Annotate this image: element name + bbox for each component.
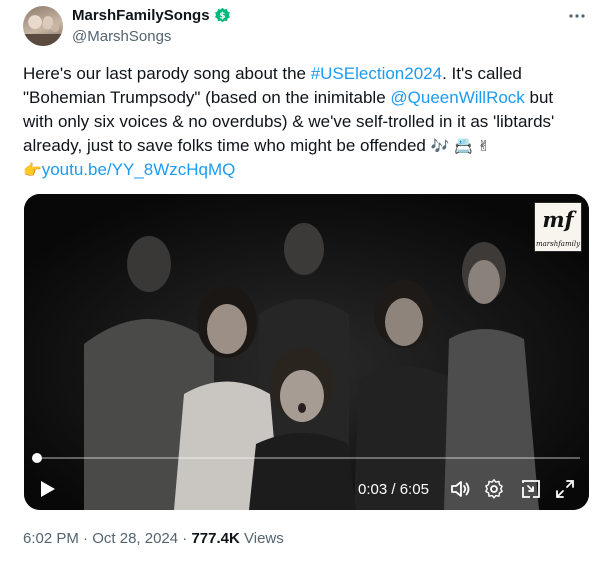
play-icon[interactable] bbox=[36, 478, 58, 500]
views-count: 777.4K bbox=[191, 530, 240, 547]
tweet-date[interactable]: Oct 28, 2024 bbox=[92, 530, 178, 547]
current-time: 0:03 bbox=[358, 481, 388, 498]
video-frame bbox=[24, 194, 589, 510]
logo-text: marshfamily bbox=[535, 240, 581, 248]
logo-mark: mf bbox=[542, 207, 574, 232]
mention-link[interactable]: @QueenWillRock bbox=[390, 88, 524, 107]
emoji-group: 🎶 📇 ✌ bbox=[430, 137, 491, 155]
fullscreen-icon[interactable] bbox=[554, 478, 576, 500]
duration: 6:05 bbox=[399, 481, 429, 498]
more-options-icon[interactable] bbox=[566, 6, 588, 26]
tweet-text-part: Here's our last parody song about the bbox=[23, 64, 311, 83]
tweet-time[interactable]: 6:02 PM bbox=[23, 530, 79, 547]
meta-separator: · bbox=[178, 530, 192, 547]
marshfamily-logo: mf marshfamily bbox=[534, 202, 582, 252]
svg-text:$: $ bbox=[219, 12, 225, 22]
video-player[interactable]: mf marshfamily 0:03 / 6:05 bbox=[24, 194, 589, 510]
tweet-text: Here's our last parody song about the #U… bbox=[23, 62, 578, 182]
picture-in-picture-icon[interactable] bbox=[520, 478, 542, 500]
author-handle[interactable]: @MarshSongs bbox=[72, 28, 171, 45]
avatar[interactable] bbox=[23, 6, 63, 46]
hashtag-link[interactable]: #USElection2024 bbox=[311, 64, 442, 83]
time-separator: / bbox=[387, 481, 400, 498]
video-progress-bar[interactable] bbox=[32, 453, 580, 463]
avatar-photo bbox=[23, 16, 63, 46]
meta-separator: · bbox=[78, 530, 93, 547]
video-time-display: 0:03 / 6:05 bbox=[358, 481, 429, 498]
tweet-meta: 6:02 PM · Oct 28, 2024 · 777.4K Views bbox=[23, 530, 284, 547]
settings-icon[interactable] bbox=[483, 478, 505, 500]
youtube-link[interactable]: youtu.be/YY_8WzcHqMQ bbox=[42, 160, 236, 179]
author-name-row[interactable]: MarshFamilySongs $ bbox=[72, 7, 231, 24]
volume-icon[interactable] bbox=[449, 478, 471, 500]
money-badge-icon[interactable]: $ bbox=[214, 7, 231, 24]
display-name[interactable]: MarshFamilySongs bbox=[72, 7, 210, 24]
pointing-hand-icon: 👉 bbox=[23, 161, 42, 179]
views-label: Views bbox=[239, 530, 284, 547]
